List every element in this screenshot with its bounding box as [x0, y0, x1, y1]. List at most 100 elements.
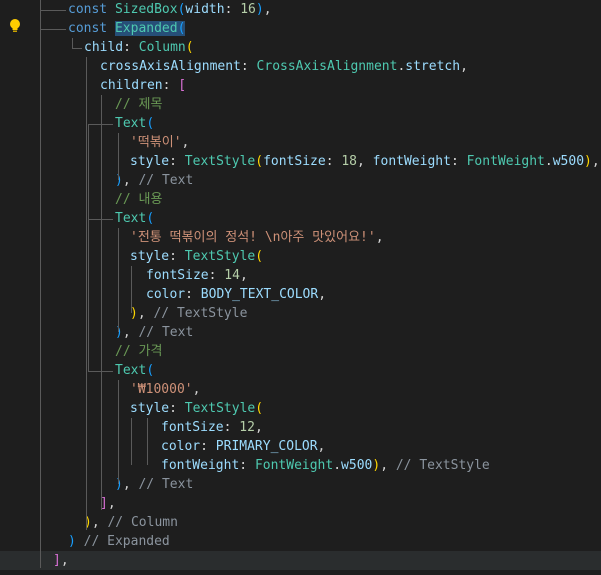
code-line-text: ), // TextStyle [130, 304, 247, 323]
code-token: Text [115, 116, 147, 131]
code-line[interactable]: child: Column( [0, 38, 601, 57]
code-line[interactable]: color: BODY_TEXT_COLOR, [0, 285, 601, 304]
code-line[interactable]: // 가격 [0, 342, 601, 361]
code-token: ] [53, 553, 61, 568]
code-token: // Column [107, 515, 178, 530]
code-token: w500 [341, 458, 373, 473]
indent-guide [40, 0, 41, 568]
code-line[interactable]: ], [0, 494, 601, 513]
code-line[interactable]: ], [0, 551, 601, 570]
code-line[interactable]: ), // Text [0, 171, 601, 190]
code-token: '₩10000' [130, 382, 193, 397]
code-line[interactable]: ), // Column [0, 513, 601, 532]
code-token: '떡볶이' [130, 135, 182, 150]
code-token: ( [177, 21, 186, 36]
code-token: ( [185, 40, 194, 55]
code-token: , [122, 477, 139, 492]
code-token: ) [584, 154, 592, 169]
code-editor[interactable]: const SizedBox(width: 16), const Expanded… [0, 0, 601, 575]
code-token: . [333, 458, 342, 473]
code-token: width [185, 2, 225, 17]
code-token: style [130, 401, 170, 416]
code-token: children [100, 78, 163, 93]
code-line[interactable]: const SizedBox(width: 16), [0, 0, 601, 19]
code-line-text: child: Column( [84, 38, 194, 57]
code-line[interactable]: ), // Text [0, 475, 601, 494]
code-token: , [318, 287, 327, 302]
code-token: PRIMARY_COLOR [215, 439, 318, 454]
code-line[interactable]: '전통 떡볶이의 정석! \n아주 맛있어요!', [0, 228, 601, 247]
code-token: // 내용 [115, 192, 163, 207]
code-token: 12 [239, 420, 255, 435]
indent-guide [40, 29, 66, 30]
code-line[interactable]: fontWeight: FontWeight.w500), // TextSty… [0, 456, 601, 475]
code-token: ( [146, 116, 155, 131]
code-line[interactable]: ) // Expanded [0, 532, 601, 551]
code-token: Text [115, 363, 147, 378]
code-token: ( [255, 154, 264, 169]
indent-guide [72, 38, 73, 48]
code-line[interactable]: crossAxisAlignment: CrossAxisAlignment.s… [0, 57, 601, 76]
code-line-text: // 가격 [115, 342, 162, 361]
code-token: : [223, 420, 240, 435]
code-line-text: color: BODY_TEXT_COLOR, [146, 285, 326, 304]
code-token: , [317, 439, 326, 454]
indent-guide [88, 371, 113, 372]
code-line-text: '₩10000', [130, 380, 200, 399]
code-line-text: style: TextStyle( [130, 247, 263, 266]
code-token: ( [255, 249, 264, 264]
code-token: CrossAxisAlignment [256, 59, 398, 74]
code-token: , [137, 306, 154, 321]
code-line-text: Text( [115, 114, 154, 133]
code-token: : [185, 287, 201, 302]
code-token: : [200, 439, 216, 454]
code-token: : [169, 154, 185, 169]
code-line[interactable]: children: [ [0, 76, 601, 95]
code-line[interactable]: style: TextStyle( [0, 247, 601, 266]
code-token: , [192, 382, 201, 397]
code-line-text: style: TextStyle(fontSize: 18, fontWeigh… [130, 152, 600, 171]
code-token: color [146, 287, 186, 302]
code-token: // TextStyle [395, 458, 490, 473]
code-token: FontWeight [254, 458, 334, 473]
code-token: 18 [341, 154, 358, 169]
code-line[interactable]: fontSize: 12, [0, 418, 601, 437]
indent-guide [86, 57, 87, 530]
code-line[interactable]: color: PRIMARY_COLOR, [0, 437, 601, 456]
code-line-text: ) // Expanded [68, 532, 170, 551]
code-token: TextStyle [184, 401, 256, 416]
code-token: // TextStyle [153, 306, 248, 321]
code-line[interactable]: '떡볶이', [0, 133, 601, 152]
code-line[interactable]: fontSize: 14, [0, 266, 601, 285]
indent-guide [88, 124, 89, 371]
code-line[interactable]: '₩10000', [0, 380, 601, 399]
code-token: : [123, 40, 139, 55]
code-token: fontSize [263, 154, 326, 169]
code-token: , [263, 2, 272, 17]
code-line[interactable]: // 내용 [0, 190, 601, 209]
code-token: : [169, 401, 185, 416]
code-token: : [208, 268, 225, 283]
lightbulb-icon[interactable] [8, 18, 22, 34]
code-line-text: ), // Text [115, 475, 193, 494]
code-line[interactable]: // 제목 [0, 95, 601, 114]
code-line[interactable]: ), // Text [0, 323, 601, 342]
code-token: Expanded [114, 21, 178, 36]
code-line[interactable]: const Expanded( [0, 19, 601, 38]
code-line[interactable]: style: TextStyle(fontSize: 18, fontWeigh… [0, 152, 601, 171]
code-token: , [380, 458, 396, 473]
code-token: 14 [224, 268, 240, 283]
code-token: : [239, 458, 255, 473]
code-token: fontWeight [161, 458, 240, 473]
code-token: BODY_TEXT_COLOR [200, 287, 319, 302]
code-line-text: ), // Text [115, 323, 193, 342]
code-token: ( [146, 211, 155, 226]
code-line[interactable]: style: TextStyle( [0, 399, 601, 418]
code-line-text: fontSize: 14, [146, 266, 248, 285]
code-token: child [84, 40, 124, 55]
indent-guide [72, 48, 82, 49]
code-line[interactable]: ), // TextStyle [0, 304, 601, 323]
indent-guide [147, 418, 148, 465]
code-token: SizedBox [114, 2, 178, 17]
